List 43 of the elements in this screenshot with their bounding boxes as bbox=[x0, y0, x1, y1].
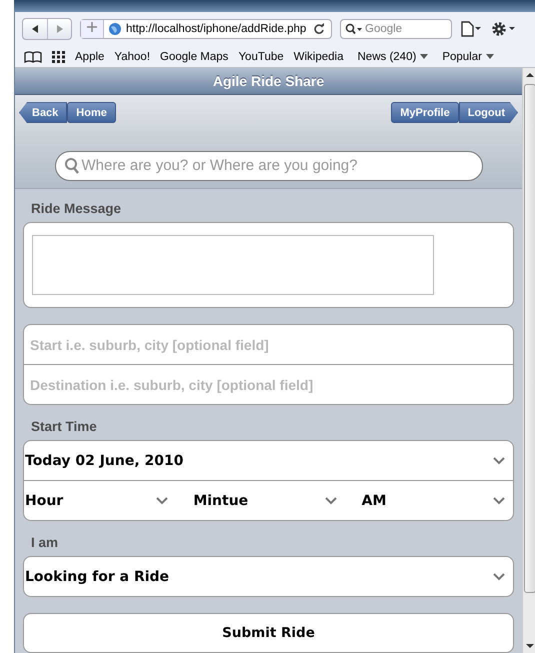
globe-icon bbox=[108, 22, 122, 36]
search-icon bbox=[64, 156, 80, 175]
scroll-down-icon[interactable] bbox=[526, 643, 534, 649]
chevron-down-icon bbox=[492, 496, 505, 504]
bookmark-link[interactable]: News (240) bbox=[358, 50, 428, 62]
bookmark-link[interactable]: Apple bbox=[75, 50, 104, 62]
role-select[interactable]: Looking for a Ride bbox=[24, 557, 513, 596]
chevron-down-icon bbox=[324, 496, 337, 504]
search-icon bbox=[345, 23, 363, 35]
book-icon[interactable] bbox=[24, 50, 42, 62]
chevron-down-icon bbox=[493, 456, 505, 464]
chevron-down-icon bbox=[156, 496, 168, 504]
grid-icon[interactable] bbox=[52, 50, 65, 62]
back-arrow-icon bbox=[30, 24, 40, 34]
submit-button[interactable]: Submit Ride bbox=[23, 613, 514, 653]
caret-icon bbox=[486, 53, 494, 60]
caret-icon bbox=[420, 53, 428, 60]
bookmark-link[interactable]: Popular bbox=[442, 50, 494, 62]
time-select[interactable]: AM bbox=[360, 481, 513, 520]
settings-icon[interactable] bbox=[490, 20, 516, 38]
scroll-up-icon[interactable] bbox=[526, 72, 534, 78]
bookmark-link[interactable]: Wikipedia bbox=[294, 50, 344, 62]
reload-icon[interactable] bbox=[313, 23, 325, 35]
field-label: I am bbox=[30, 534, 60, 552]
nav-button[interactable]: Logout bbox=[458, 102, 518, 124]
nav-button[interactable]: Home bbox=[67, 102, 116, 124]
bookmark-link[interactable]: Yahoo! bbox=[114, 50, 150, 62]
search-field[interactable]: Google bbox=[340, 19, 452, 39]
nav-button[interactable]: Back bbox=[19, 102, 68, 124]
time-select[interactable]: Mintue bbox=[192, 481, 361, 520]
time-select[interactable]: Hour bbox=[24, 481, 192, 520]
nav-button[interactable]: MyProfile bbox=[391, 102, 459, 124]
bookmark-link[interactable]: YouTube bbox=[238, 50, 284, 62]
page-menu-icon[interactable] bbox=[460, 20, 482, 38]
field-label: Start Time bbox=[30, 418, 98, 436]
plus-icon bbox=[81, 20, 104, 38]
chevron-down-icon bbox=[493, 572, 505, 580]
forward-arrow-icon bbox=[54, 24, 64, 34]
page-title: Agile Ride Share bbox=[212, 73, 324, 90]
field-label: Ride Message bbox=[30, 200, 122, 218]
address-field[interactable]: http://localhost/iphone/addRide.php bbox=[80, 19, 332, 39]
bookmark-link[interactable]: Google Maps bbox=[160, 50, 228, 62]
date-select[interactable]: Today 02 June, 2010 bbox=[24, 441, 513, 480]
